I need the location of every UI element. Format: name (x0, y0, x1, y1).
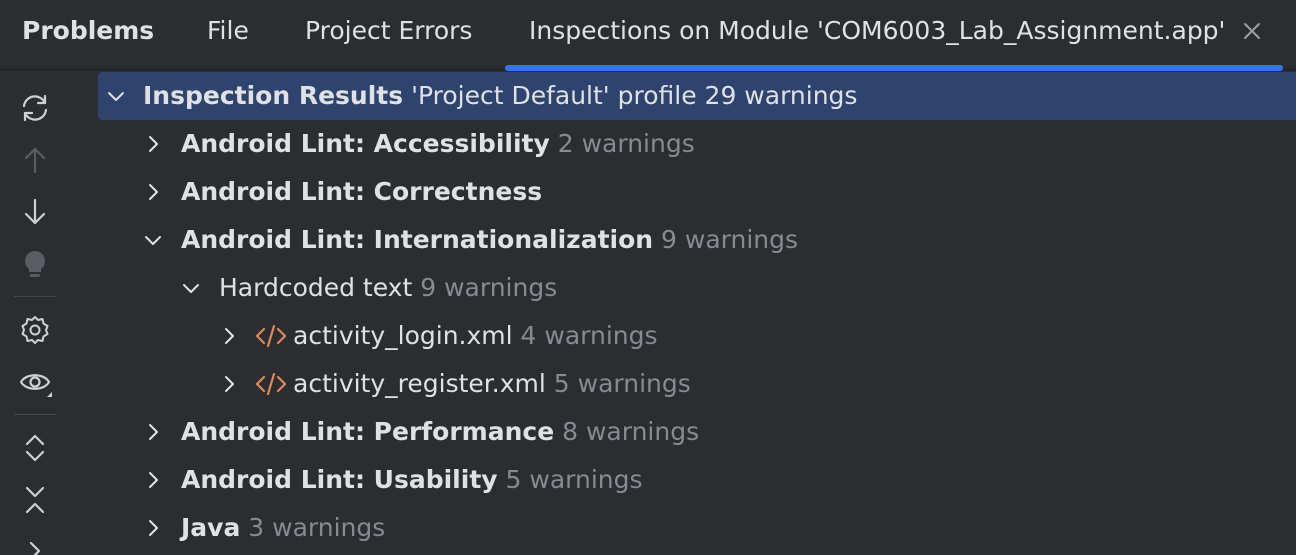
tree-row-text: Inspection Results 'Project Default' pro… (143, 79, 857, 113)
tree-row-text: Android Lint: Performance 8 warnings (181, 415, 699, 449)
eye-icon[interactable] (18, 365, 52, 399)
tree-row-activity-register[interactable]: activity_register.xml 5 warnings (98, 360, 1296, 408)
file-label: activity_login.xml (293, 321, 513, 350)
bulb-icon[interactable] (18, 247, 52, 281)
warning-count: 5 warnings (553, 369, 691, 398)
chevron-right-icon[interactable] (143, 134, 163, 154)
tree-row-text: activity_register.xml 5 warnings (293, 367, 691, 401)
group-label: Android Lint: Correctness (181, 177, 543, 206)
warning-count: 9 warnings (420, 273, 558, 302)
chevron-right-icon[interactable] (18, 535, 52, 555)
group-label: Android Lint: Internationalization (181, 225, 654, 254)
arrow-up-icon[interactable] (18, 143, 52, 177)
tool-window-title: Problems (22, 16, 155, 45)
chevron-down-icon[interactable] (181, 278, 201, 298)
group-label: Java (181, 513, 241, 542)
chevron-right-icon[interactable] (219, 326, 239, 346)
refresh-icon[interactable] (18, 91, 52, 125)
tree-row-correctness[interactable]: Android Lint: Correctness (98, 168, 1296, 216)
group-label: Android Lint: Performance (181, 417, 555, 446)
tree-row-text: Android Lint: Usability 5 warnings (181, 463, 643, 497)
toolbar-separator (14, 296, 56, 297)
group-label: Android Lint: Accessibility (181, 129, 550, 158)
gear-icon[interactable] (18, 313, 52, 347)
tree-row-accessibility[interactable]: Android Lint: Accessibility 2 warnings (98, 120, 1296, 168)
chevron-right-icon[interactable] (143, 422, 163, 442)
arrow-down-icon[interactable] (18, 195, 52, 229)
chevron-right-icon[interactable] (143, 518, 163, 538)
tree-row-text: Android Lint: Correctness (181, 175, 542, 209)
warning-count: 5 warnings (505, 465, 643, 494)
inspection-tree: Inspection Results 'Project Default' pro… (98, 72, 1296, 555)
tree-row-activity-login[interactable]: activity_login.xml 4 warnings (98, 312, 1296, 360)
group-label: Android Lint: Usability (181, 465, 498, 494)
chevron-down-icon[interactable] (143, 230, 163, 250)
active-tab-indicator (505, 65, 1283, 71)
tab-bar: Problems File Project Errors Inspections… (0, 0, 1296, 71)
warning-count: 4 warnings (520, 321, 658, 350)
chevron-down-icon[interactable] (106, 86, 126, 106)
xml-file-icon (255, 372, 287, 396)
warning-count: 8 warnings (562, 417, 700, 446)
profile-label: 'Project Default' profile (411, 81, 697, 110)
warning-count: 29 warnings (704, 81, 858, 110)
problems-tool-window: Problems File Project Errors Inspections… (0, 0, 1296, 555)
tree-row-usability[interactable]: Android Lint: Usability 5 warnings (98, 456, 1296, 504)
tree-row-text: activity_login.xml 4 warnings (293, 319, 658, 353)
toolbar-separator (14, 414, 56, 415)
tree-row-java[interactable]: Java 3 warnings (98, 504, 1296, 552)
tree-row-internationalization[interactable]: Android Lint: Internationalization 9 war… (98, 216, 1296, 264)
expand-all-icon[interactable] (18, 431, 52, 465)
chevron-right-icon[interactable] (143, 470, 163, 490)
root-label: Inspection Results (143, 81, 404, 110)
tree-row-text: Android Lint: Accessibility 2 warnings (181, 127, 695, 161)
chevron-right-icon[interactable] (219, 374, 239, 394)
tree-row-inspection-results[interactable]: Inspection Results 'Project Default' pro… (98, 72, 1296, 120)
tree-row-text: Hardcoded text 9 warnings (219, 271, 557, 305)
warning-count: 9 warnings (661, 225, 799, 254)
tab-project-errors[interactable]: Project Errors (305, 14, 472, 48)
collapse-all-icon[interactable] (18, 483, 52, 517)
tab-inspections[interactable]: Inspections on Module 'COM6003_Lab_Assig… (529, 14, 1229, 48)
subgroup-label: Hardcoded text (219, 273, 413, 302)
chevron-right-icon[interactable] (143, 182, 163, 202)
tree-row-text: Android Lint: Internationalization 9 war… (181, 223, 798, 257)
tab-file[interactable]: File (207, 14, 249, 48)
tree-row-text: Java 3 warnings (181, 511, 385, 545)
file-label: activity_register.xml (293, 369, 546, 398)
tree-row-hardcoded-text[interactable]: Hardcoded text 9 warnings (98, 264, 1296, 312)
warning-count: 3 warnings (248, 513, 386, 542)
warning-count: 2 warnings (557, 129, 695, 158)
close-icon[interactable] (1238, 17, 1266, 45)
tree-row-performance[interactable]: Android Lint: Performance 8 warnings (98, 408, 1296, 456)
xml-file-icon (255, 324, 287, 348)
left-toolbar (0, 71, 70, 555)
